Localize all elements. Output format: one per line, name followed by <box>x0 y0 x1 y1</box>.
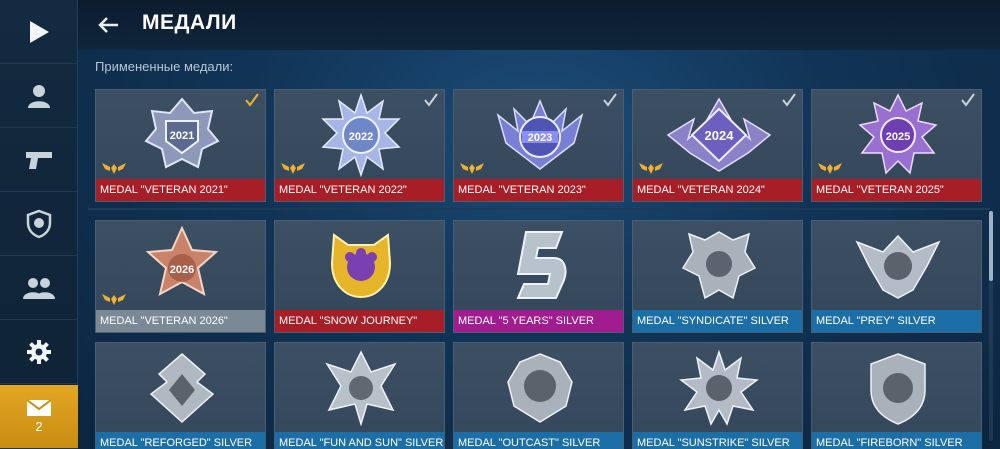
medal-name: MEDAL "REFORGED" SILVER <box>96 432 265 449</box>
applied-medal-card[interactable]: 2024 MEDAL "VETERAN 2024" <box>632 89 803 202</box>
reforged-medal-image <box>96 343 265 433</box>
sunstrike-medal-image <box>633 343 802 433</box>
medal-name: MEDAL "SYNDICATE" SILVER <box>633 310 802 332</box>
medals-panel: Примененные медали: 2021 MEDAL "VETERAN … <box>78 50 1000 449</box>
medal-name: MEDAL "VETERAN 2025" <box>812 179 981 201</box>
medal-card[interactable]: MEDAL "PREY" SILVER <box>811 220 982 333</box>
people-icon <box>23 277 55 299</box>
shield-icon <box>26 209 52 238</box>
pistol-icon <box>26 151 52 169</box>
medal-name: MEDAL "FIREBORN" SILVER <box>812 432 981 449</box>
sidebar-item-clan[interactable] <box>0 192 78 256</box>
medal-name: MEDAL "VETERAN 2024" <box>633 179 802 201</box>
fun-and-sun-medal-image <box>275 343 444 433</box>
play-icon <box>30 20 49 43</box>
sidebar-item-weapons[interactable] <box>0 128 78 192</box>
medal-name: MEDAL "5 YEARS" SILVER <box>454 310 623 332</box>
checkmark-icon <box>245 93 259 107</box>
sidebar-item-friends[interactable] <box>0 256 78 320</box>
medal-card[interactable]: 2026 MEDAL "VETERAN 2026" <box>95 220 266 333</box>
fireborn-medal-image <box>812 343 981 433</box>
checkmark-icon <box>424 93 438 107</box>
medal-name: MEDAL "SNOW JOURNEY" <box>275 310 444 332</box>
medal-card[interactable]: MEDAL "FUN AND SUN" SILVER <box>274 342 445 449</box>
gold-wings-icon <box>281 163 305 174</box>
sidebar-item-settings[interactable] <box>0 320 78 384</box>
svg-text:2025: 2025 <box>885 131 909 143</box>
gold-wings-icon <box>102 163 126 174</box>
person-icon <box>28 84 50 108</box>
sidebar: 2 <box>0 0 78 449</box>
medal-name: MEDAL "VETERAN 2021" <box>96 179 265 201</box>
medal-card[interactable]: MEDAL "OUTCAST" SILVER <box>453 342 624 449</box>
applied-medal-card[interactable]: 2023 MEDAL "VETERAN 2023" <box>453 89 624 202</box>
medal-card[interactable]: MEDAL "5 YEARS" SILVER <box>453 220 624 333</box>
divider <box>88 208 990 210</box>
arrow-left-icon <box>98 17 118 33</box>
svg-text:2022: 2022 <box>348 131 372 143</box>
sidebar-item-mail[interactable]: 2 <box>0 385 78 449</box>
syndicate-medal-image <box>633 221 802 311</box>
medal-card[interactable]: MEDAL "FIREBORN" SILVER <box>811 342 982 449</box>
checkmark-icon <box>782 93 796 107</box>
gold-wings-icon <box>818 163 842 174</box>
envelope-icon <box>26 399 52 416</box>
applied-medal-card[interactable]: 2021 MEDAL "VETERAN 2021" <box>95 89 266 202</box>
medal-name: MEDAL "PREY" SILVER <box>812 310 981 332</box>
sidebar-item-play[interactable] <box>0 0 78 64</box>
five-years-medal-image <box>454 221 623 311</box>
scrollbar-thumb[interactable] <box>989 211 993 281</box>
sidebar-item-profile[interactable] <box>0 64 78 128</box>
medal-name: MEDAL "VETERAN 2022" <box>275 179 444 201</box>
applied-medal-card[interactable]: 2025 MEDAL "VETERAN 2025" <box>811 89 982 202</box>
svg-text:2026: 2026 <box>169 264 193 276</box>
scrollbar[interactable] <box>989 211 993 441</box>
gold-wings-icon <box>460 163 484 174</box>
outcast-medal-image <box>454 343 623 433</box>
checkmark-icon <box>961 93 975 107</box>
medal-card[interactable]: MEDAL "SNOW JOURNEY" <box>274 220 445 333</box>
page-title: МЕДАЛИ <box>142 11 237 34</box>
medal-card[interactable]: MEDAL "SYNDICATE" SILVER <box>632 220 803 333</box>
medal-card[interactable]: MEDAL "REFORGED" SILVER <box>95 342 266 449</box>
snow-journey-medal-image <box>275 221 444 311</box>
applied-medal-card[interactable]: 2022 MEDAL "VETERAN 2022" <box>274 89 445 202</box>
gear-icon <box>27 339 51 364</box>
applied-medals-label: Примененные медали: <box>95 59 234 74</box>
mail-count-badge: 2 <box>35 419 43 434</box>
medal-name: MEDAL "VETERAN 2023" <box>454 179 623 201</box>
prey-medal-image <box>812 221 981 311</box>
svg-text:2023: 2023 <box>527 132 551 144</box>
medal-name: MEDAL "FUN AND SUN" SILVER <box>275 432 444 449</box>
medal-name: MEDAL "OUTCAST" SILVER <box>454 432 623 449</box>
header: МЕДАЛИ <box>78 0 1000 50</box>
back-button[interactable] <box>96 12 122 38</box>
gold-wings-icon <box>102 294 126 305</box>
checkmark-icon <box>603 93 617 107</box>
svg-text:2024: 2024 <box>704 128 734 143</box>
medal-card[interactable]: MEDAL "SUNSTRIKE" SILVER <box>632 342 803 449</box>
medal-name: MEDAL "SUNSTRIKE" SILVER <box>633 432 802 449</box>
gold-wings-icon <box>639 163 663 174</box>
medal-name: MEDAL "VETERAN 2026" <box>96 310 265 332</box>
svg-text:2021: 2021 <box>169 130 193 142</box>
